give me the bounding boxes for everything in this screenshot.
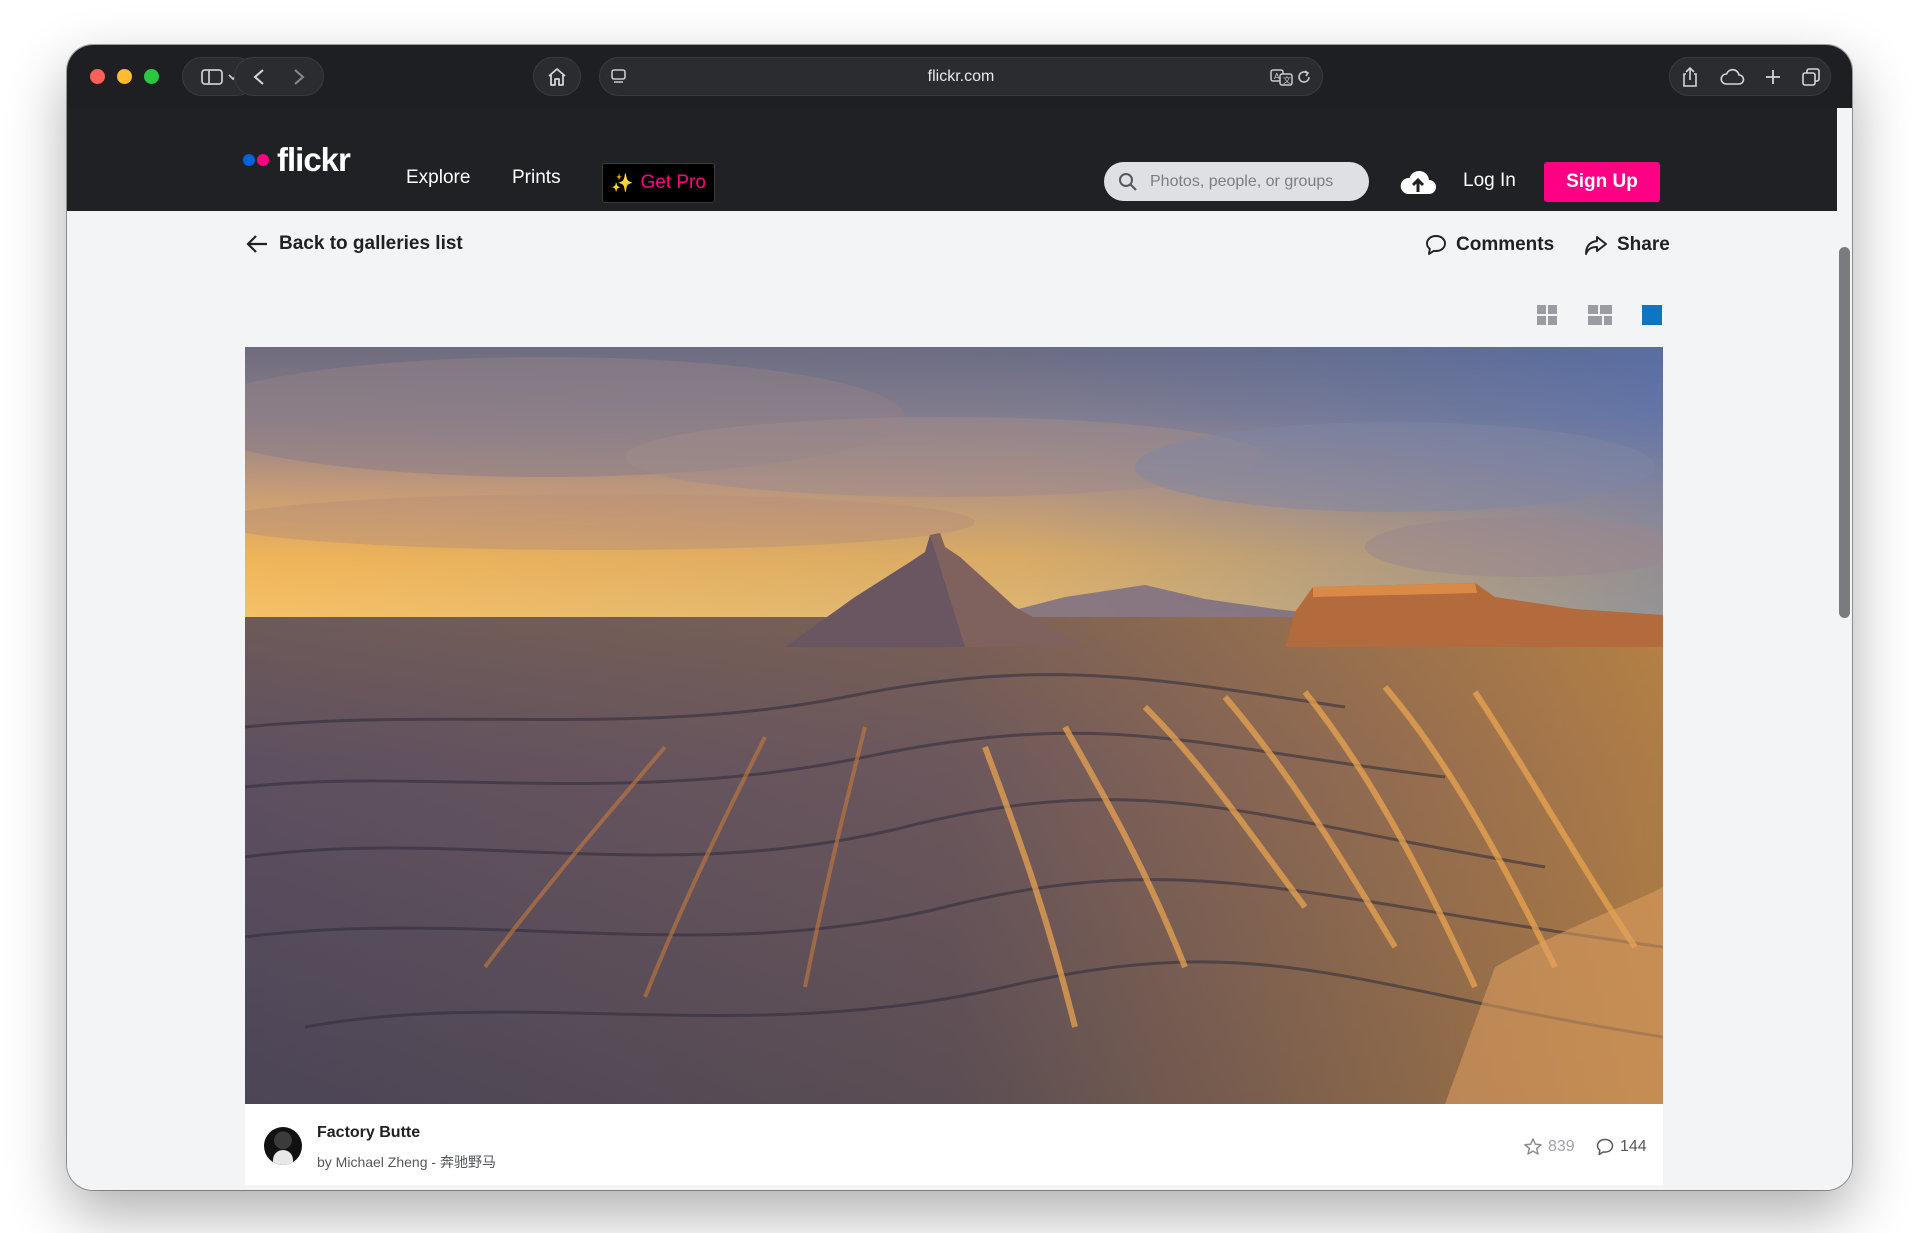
address-bar[interactable]: flickr.com A 文: [599, 57, 1323, 96]
upload-cloud-icon[interactable]: [1398, 168, 1438, 196]
forward-chevron-icon[interactable]: [279, 67, 319, 87]
get-pro-button[interactable]: ✨ Get Pro: [602, 163, 715, 203]
faves-count[interactable]: 839: [1523, 1137, 1575, 1157]
reload-icon[interactable]: [1296, 69, 1312, 85]
photo-title[interactable]: Factory Butte: [317, 1124, 420, 1142]
close-window-button[interactable]: [90, 69, 105, 84]
flickr-logo[interactable]: flickr: [243, 141, 351, 179]
sidebar-icon: [201, 68, 238, 85]
back-chevron-icon[interactable]: [239, 67, 279, 87]
logo-pink-dot: [257, 154, 269, 166]
back-to-galleries-link[interactable]: Back to galleries list: [245, 233, 463, 255]
site-header: flickr Explore Prints ✨ Get Pro Log In S…: [67, 108, 1837, 211]
signup-button[interactable]: Sign Up: [1544, 162, 1660, 202]
home-icon: [548, 67, 566, 86]
tab-overview-icon[interactable]: [1801, 67, 1821, 87]
author-avatar[interactable]: [264, 1127, 302, 1165]
photo-author[interactable]: by Michael Zheng - 奔驰野马: [317, 1152, 496, 1172]
faves-value: 839: [1548, 1138, 1575, 1155]
translate-icon[interactable]: A 文: [1270, 68, 1294, 86]
zoom-window-button[interactable]: [144, 69, 159, 84]
search-box[interactable]: [1104, 162, 1369, 201]
icloud-icon[interactable]: [1719, 68, 1745, 86]
comments-label: Comments: [1456, 234, 1555, 255]
sparkle-icon: ✨: [611, 172, 634, 193]
large-view-icon[interactable]: [1641, 304, 1663, 326]
comment-icon: [1596, 1138, 1614, 1156]
share-label: Share: [1617, 234, 1670, 255]
arrow-left-icon: [246, 235, 267, 253]
search-input[interactable]: [1150, 172, 1350, 191]
share-arrow-icon: [1585, 236, 1607, 255]
comment-bubble-icon: [1426, 235, 1446, 255]
logo-wordmark: flickr: [277, 141, 351, 178]
share-button[interactable]: Share: [1583, 233, 1670, 257]
comments-count[interactable]: 144: [1595, 1137, 1647, 1157]
page-content: Back to galleries list Comments Share Fa…: [67, 211, 1837, 1190]
home-button[interactable]: [533, 57, 581, 96]
comments-value: 144: [1620, 1138, 1647, 1155]
landscape-photo: [245, 347, 1663, 1104]
medium-grid-view-icon[interactable]: [1587, 304, 1613, 326]
photo-card[interactable]: Factory Butte by Michael Zheng - 奔驰野马 83…: [245, 347, 1663, 1185]
login-link[interactable]: Log In: [1463, 170, 1516, 192]
get-pro-label: Get Pro: [640, 172, 706, 193]
nav-prints[interactable]: Prints: [512, 168, 561, 188]
share-sheet-icon[interactable]: [1680, 66, 1700, 88]
svg-text:文: 文: [1283, 75, 1291, 85]
photo-meta: Factory Butte by Michael Zheng - 奔驰野马 83…: [245, 1104, 1663, 1185]
history-nav: [234, 57, 324, 96]
browser-toolbar: flickr.com A 文: [67, 45, 1852, 108]
back-label: Back to galleries list: [279, 233, 463, 254]
toolbar-actions: [1669, 57, 1831, 96]
comments-button[interactable]: Comments: [1424, 233, 1554, 257]
browser-window: flickr.com A 文 flickr Explore Prints ✨ G…: [67, 45, 1852, 1190]
small-grid-view-icon[interactable]: [1536, 304, 1558, 326]
scrollbar-thumb[interactable]: [1839, 247, 1850, 618]
new-tab-icon[interactable]: [1764, 68, 1782, 86]
svg-text:A: A: [1274, 72, 1280, 81]
logo-blue-dot: [243, 154, 255, 166]
minimize-window-button[interactable]: [117, 69, 132, 84]
url-text: flickr.com: [927, 68, 995, 85]
photo-image[interactable]: [245, 347, 1663, 1104]
star-icon: [1524, 1138, 1542, 1155]
search-icon: [1119, 172, 1137, 191]
nav-explore[interactable]: Explore: [406, 168, 470, 188]
